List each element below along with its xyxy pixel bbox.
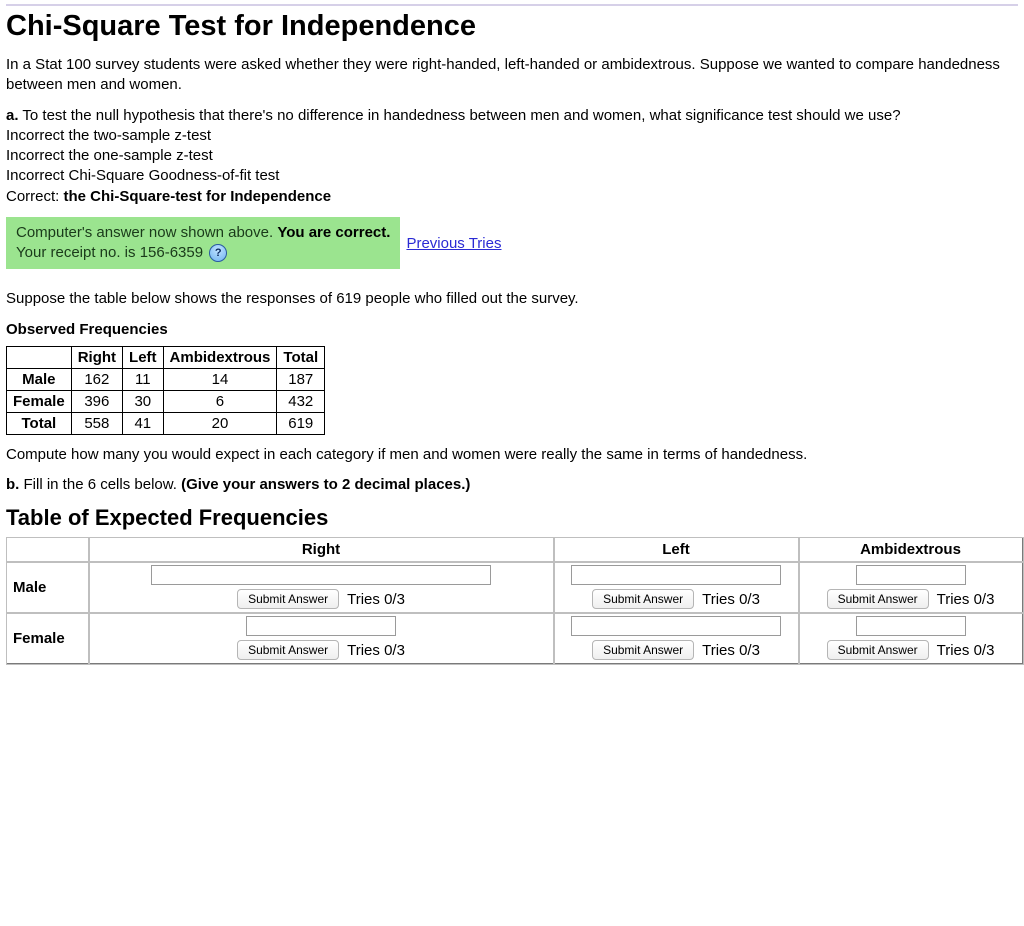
feedback-line2a: Your receipt no. is [16,244,140,261]
part-b-prompt-bold: (Give your answers to 2 decimal places.) [181,476,470,493]
submit-button[interactable]: Submit Answer [827,589,929,609]
option-4-prefix: Correct: [6,188,64,205]
previous-tries-link[interactable]: Previous Tries [406,235,501,252]
obs-cell: 619 [277,412,325,434]
exp-col-right: Right [89,538,554,562]
obs-cell: 187 [277,368,325,390]
suppose-paragraph: Suppose the table below shows the respon… [6,289,1018,309]
obs-cell: 41 [123,412,164,434]
obs-cell: 11 [123,368,164,390]
answer-input-male-right[interactable] [151,565,491,585]
expected-title: Table of Expected Frequencies [6,505,1018,531]
tries-label: Tries 0/3 [347,591,405,608]
obs-col-amb: Ambidextrous [163,346,277,368]
submit-button[interactable]: Submit Answer [237,589,339,609]
exp-col-amb: Ambidextrous [799,538,1023,562]
option-2-text: the one-sample z-test [69,147,213,164]
obs-row-male: Male [7,368,72,390]
help-icon[interactable]: ? [209,244,227,262]
obs-cell: 20 [163,412,277,434]
feedback-box: Computer's answer now shown above. You a… [6,217,400,270]
obs-cell: 30 [123,390,164,412]
tries-label: Tries 0/3 [347,642,405,659]
answer-input-male-left[interactable] [571,565,781,585]
observed-title: Observed Frequencies [6,320,1018,340]
part-b-prompt: Fill in the 6 cells below. [19,476,181,493]
part-b-block: b. Fill in the 6 cells below. (Give your… [6,475,1018,495]
submit-button[interactable]: Submit Answer [592,640,694,660]
answer-input-male-amb[interactable] [856,565,966,585]
tries-label: Tries 0/3 [937,591,995,608]
exp-row-male: Male [7,562,89,613]
tries-label: Tries 0/3 [702,591,760,608]
exp-col-left: Left [554,538,799,562]
answer-input-female-right[interactable] [246,616,396,636]
obs-col-right: Right [71,346,122,368]
feedback-correct: You are correct. [277,224,390,241]
feedback-line1: Computer's answer now shown above. [16,224,277,241]
obs-col-blank [7,346,72,368]
obs-cell: 396 [71,390,122,412]
tries-label: Tries 0/3 [937,642,995,659]
option-3-prefix: Incorrect [6,167,69,184]
submit-button[interactable]: Submit Answer [827,640,929,660]
submit-button[interactable]: Submit Answer [592,589,694,609]
expected-table: Right Left Ambidextrous Male Submit Answ… [6,537,1023,664]
answer-input-female-amb[interactable] [856,616,966,636]
option-4-text: the Chi-Square-test for Independence [64,188,332,205]
option-1-text: the two-sample z-test [69,127,212,144]
obs-col-total: Total [277,346,325,368]
submit-button[interactable]: Submit Answer [237,640,339,660]
obs-cell: 432 [277,390,325,412]
obs-cell: 558 [71,412,122,434]
compute-paragraph: Compute how many you would expect in eac… [6,445,1018,465]
part-a-block: a. To test the null hypothesis that ther… [6,106,1018,207]
part-a-label: a. [6,107,19,124]
obs-row-total: Total [7,412,72,434]
answer-input-female-left[interactable] [571,616,781,636]
tries-label: Tries 0/3 [702,642,760,659]
observed-table: Right Left Ambidextrous Total Male 162 1… [6,346,325,435]
exp-col-blank [7,538,89,562]
obs-cell: 14 [163,368,277,390]
obs-row-female: Female [7,390,72,412]
obs-cell: 6 [163,390,277,412]
option-1-prefix: Incorrect [6,127,69,144]
option-3-text: Chi-Square Goodness-of-fit test [69,167,280,184]
obs-cell: 162 [71,368,122,390]
feedback-receipt: 156-6359 [140,244,203,261]
obs-col-left: Left [123,346,164,368]
option-2-prefix: Incorrect [6,147,69,164]
exp-row-female: Female [7,613,89,664]
part-b-label: b. [6,476,19,493]
page-title: Chi-Square Test for Independence [6,10,1018,43]
part-a-prompt: To test the null hypothesis that there's… [19,107,901,124]
intro-paragraph: In a Stat 100 survey students were asked… [6,55,1018,96]
